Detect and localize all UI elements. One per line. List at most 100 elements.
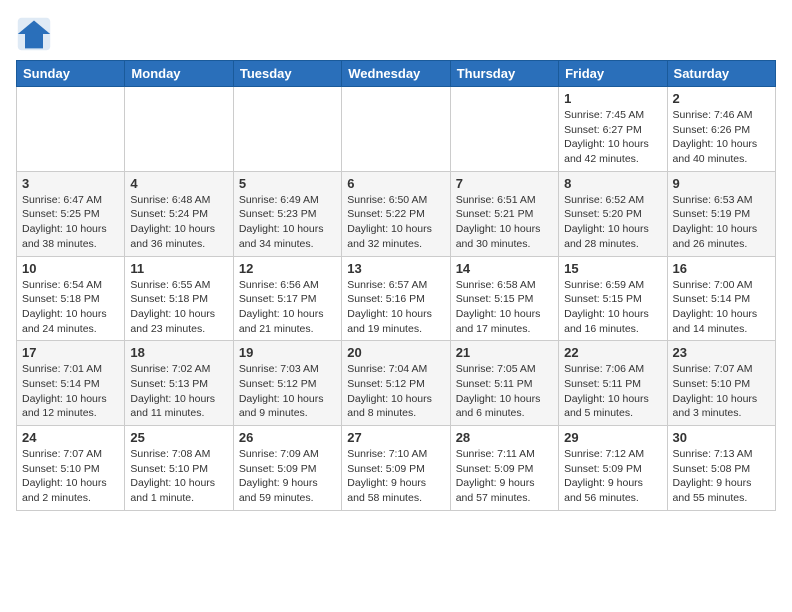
day-info: Sunrise: 7:06 AM Sunset: 5:11 PM Dayligh… — [564, 362, 661, 421]
calendar-header-row: SundayMondayTuesdayWednesdayThursdayFrid… — [17, 61, 776, 87]
day-number: 12 — [239, 261, 336, 276]
calendar-day: 28 Sunrise: 7:11 AM Sunset: 5:09 PM Dayli… — [450, 426, 558, 511]
day-number: 30 — [673, 430, 770, 445]
day-info: Sunrise: 7:03 AM Sunset: 5:12 PM Dayligh… — [239, 362, 336, 421]
calendar-day: 7 Sunrise: 6:51 AM Sunset: 5:21 PM Daylig… — [450, 171, 558, 256]
day-number: 23 — [673, 345, 770, 360]
day-number: 2 — [673, 91, 770, 106]
day-info: Sunrise: 7:10 AM Sunset: 5:09 PM Dayligh… — [347, 447, 444, 506]
calendar-week-2: 3 Sunrise: 6:47 AM Sunset: 5:25 PM Daylig… — [17, 171, 776, 256]
col-header-saturday: Saturday — [667, 61, 775, 87]
day-number: 1 — [564, 91, 661, 106]
day-number: 3 — [22, 176, 119, 191]
col-header-sunday: Sunday — [17, 61, 125, 87]
day-number: 28 — [456, 430, 553, 445]
day-number: 21 — [456, 345, 553, 360]
calendar-day: 13 Sunrise: 6:57 AM Sunset: 5:16 PM Dayli… — [342, 256, 450, 341]
day-number: 15 — [564, 261, 661, 276]
day-info: Sunrise: 6:52 AM Sunset: 5:20 PM Dayligh… — [564, 193, 661, 252]
day-info: Sunrise: 7:13 AM Sunset: 5:08 PM Dayligh… — [673, 447, 770, 506]
day-number: 5 — [239, 176, 336, 191]
day-number: 13 — [347, 261, 444, 276]
calendar-day: 1 Sunrise: 7:45 AM Sunset: 6:27 PM Daylig… — [559, 87, 667, 172]
calendar-day: 24Sunrise: 7:07 AM Sunset: 5:10 PM Dayli… — [17, 426, 125, 511]
day-number: 11 — [130, 261, 227, 276]
calendar-day — [17, 87, 125, 172]
calendar-day: 2 Sunrise: 7:46 AM Sunset: 6:26 PM Daylig… — [667, 87, 775, 172]
calendar-day — [125, 87, 233, 172]
col-header-thursday: Thursday — [450, 61, 558, 87]
calendar-week-5: 24Sunrise: 7:07 AM Sunset: 5:10 PM Dayli… — [17, 426, 776, 511]
day-number: 4 — [130, 176, 227, 191]
day-number: 6 — [347, 176, 444, 191]
day-info: Sunrise: 7:46 AM Sunset: 6:26 PM Dayligh… — [673, 108, 770, 167]
day-number: 20 — [347, 345, 444, 360]
day-number: 16 — [673, 261, 770, 276]
calendar-day: 12Sunrise: 6:56 AM Sunset: 5:17 PM Dayli… — [233, 256, 341, 341]
day-info: Sunrise: 6:59 AM Sunset: 5:15 PM Dayligh… — [564, 278, 661, 337]
calendar-week-4: 17 Sunrise: 7:01 AM Sunset: 5:14 PM Dayli… — [17, 341, 776, 426]
calendar-day: 30 Sunrise: 7:13 AM Sunset: 5:08 PM Dayli… — [667, 426, 775, 511]
calendar-day: 10 Sunrise: 6:54 AM Sunset: 5:18 PM Dayli… — [17, 256, 125, 341]
day-number: 29 — [564, 430, 661, 445]
calendar-day: 23Sunrise: 7:07 AM Sunset: 5:10 PM Dayli… — [667, 341, 775, 426]
calendar-day: 27 Sunrise: 7:10 AM Sunset: 5:09 PM Dayli… — [342, 426, 450, 511]
calendar-day: 5 Sunrise: 6:49 AM Sunset: 5:23 PM Daylig… — [233, 171, 341, 256]
calendar-day — [450, 87, 558, 172]
day-info: Sunrise: 6:53 AM Sunset: 5:19 PM Dayligh… — [673, 193, 770, 252]
day-info: Sunrise: 7:11 AM Sunset: 5:09 PM Dayligh… — [456, 447, 553, 506]
calendar-day — [233, 87, 341, 172]
col-header-friday: Friday — [559, 61, 667, 87]
calendar-day: 9 Sunrise: 6:53 AM Sunset: 5:19 PM Daylig… — [667, 171, 775, 256]
calendar-day: 26 Sunrise: 7:09 AM Sunset: 5:09 PM Dayli… — [233, 426, 341, 511]
col-header-tuesday: Tuesday — [233, 61, 341, 87]
calendar-day — [342, 87, 450, 172]
calendar-day: 8 Sunrise: 6:52 AM Sunset: 5:20 PM Daylig… — [559, 171, 667, 256]
day-info: Sunrise: 7:09 AM Sunset: 5:09 PM Dayligh… — [239, 447, 336, 506]
day-info: Sunrise: 6:54 AM Sunset: 5:18 PM Dayligh… — [22, 278, 119, 337]
day-info: Sunrise: 6:57 AM Sunset: 5:16 PM Dayligh… — [347, 278, 444, 337]
day-info: Sunrise: 7:01 AM Sunset: 5:14 PM Dayligh… — [22, 362, 119, 421]
day-number: 22 — [564, 345, 661, 360]
col-header-wednesday: Wednesday — [342, 61, 450, 87]
day-info: Sunrise: 6:50 AM Sunset: 5:22 PM Dayligh… — [347, 193, 444, 252]
calendar-day: 3 Sunrise: 6:47 AM Sunset: 5:25 PM Daylig… — [17, 171, 125, 256]
day-number: 27 — [347, 430, 444, 445]
calendar-week-1: 1 Sunrise: 7:45 AM Sunset: 6:27 PM Daylig… — [17, 87, 776, 172]
day-info: Sunrise: 7:45 AM Sunset: 6:27 PM Dayligh… — [564, 108, 661, 167]
calendar-day: 17 Sunrise: 7:01 AM Sunset: 5:14 PM Dayli… — [17, 341, 125, 426]
calendar-day: 22 Sunrise: 7:06 AM Sunset: 5:11 PM Dayli… — [559, 341, 667, 426]
day-number: 18 — [130, 345, 227, 360]
day-info: Sunrise: 6:51 AM Sunset: 5:21 PM Dayligh… — [456, 193, 553, 252]
calendar-week-3: 10 Sunrise: 6:54 AM Sunset: 5:18 PM Dayli… — [17, 256, 776, 341]
day-number: 26 — [239, 430, 336, 445]
day-info: Sunrise: 7:12 AM Sunset: 5:09 PM Dayligh… — [564, 447, 661, 506]
day-number: 10 — [22, 261, 119, 276]
day-info: Sunrise: 7:05 AM Sunset: 5:11 PM Dayligh… — [456, 362, 553, 421]
calendar-day: 29 Sunrise: 7:12 AM Sunset: 5:09 PM Dayli… — [559, 426, 667, 511]
day-number: 14 — [456, 261, 553, 276]
calendar-day: 19 Sunrise: 7:03 AM Sunset: 5:12 PM Dayli… — [233, 341, 341, 426]
day-number: 7 — [456, 176, 553, 191]
day-number: 17 — [22, 345, 119, 360]
day-info: Sunrise: 6:55 AM Sunset: 5:18 PM Dayligh… — [130, 278, 227, 337]
day-info: Sunrise: 6:47 AM Sunset: 5:25 PM Dayligh… — [22, 193, 119, 252]
day-number: 9 — [673, 176, 770, 191]
day-number: 8 — [564, 176, 661, 191]
logo-icon — [16, 16, 52, 52]
day-info: Sunrise: 7:02 AM Sunset: 5:13 PM Dayligh… — [130, 362, 227, 421]
day-number: 19 — [239, 345, 336, 360]
calendar-day: 15 Sunrise: 6:59 AM Sunset: 5:15 PM Dayli… — [559, 256, 667, 341]
calendar-day: 6 Sunrise: 6:50 AM Sunset: 5:22 PM Daylig… — [342, 171, 450, 256]
page-header — [16, 16, 776, 52]
day-info: Sunrise: 7:00 AM Sunset: 5:14 PM Dayligh… — [673, 278, 770, 337]
day-info: Sunrise: 7:04 AM Sunset: 5:12 PM Dayligh… — [347, 362, 444, 421]
day-info: Sunrise: 6:49 AM Sunset: 5:23 PM Dayligh… — [239, 193, 336, 252]
calendar-day: 11 Sunrise: 6:55 AM Sunset: 5:18 PM Dayli… — [125, 256, 233, 341]
calendar-day: 25Sunrise: 7:08 AM Sunset: 5:10 PM Dayli… — [125, 426, 233, 511]
calendar-day: 16 Sunrise: 7:00 AM Sunset: 5:14 PM Dayli… — [667, 256, 775, 341]
calendar-table: SundayMondayTuesdayWednesdayThursdayFrid… — [16, 60, 776, 511]
calendar-day: 21 Sunrise: 7:05 AM Sunset: 5:11 PM Dayli… — [450, 341, 558, 426]
calendar-day: 4Sunrise: 6:48 AM Sunset: 5:24 PM Daylig… — [125, 171, 233, 256]
day-info: Sunrise: 6:58 AM Sunset: 5:15 PM Dayligh… — [456, 278, 553, 337]
